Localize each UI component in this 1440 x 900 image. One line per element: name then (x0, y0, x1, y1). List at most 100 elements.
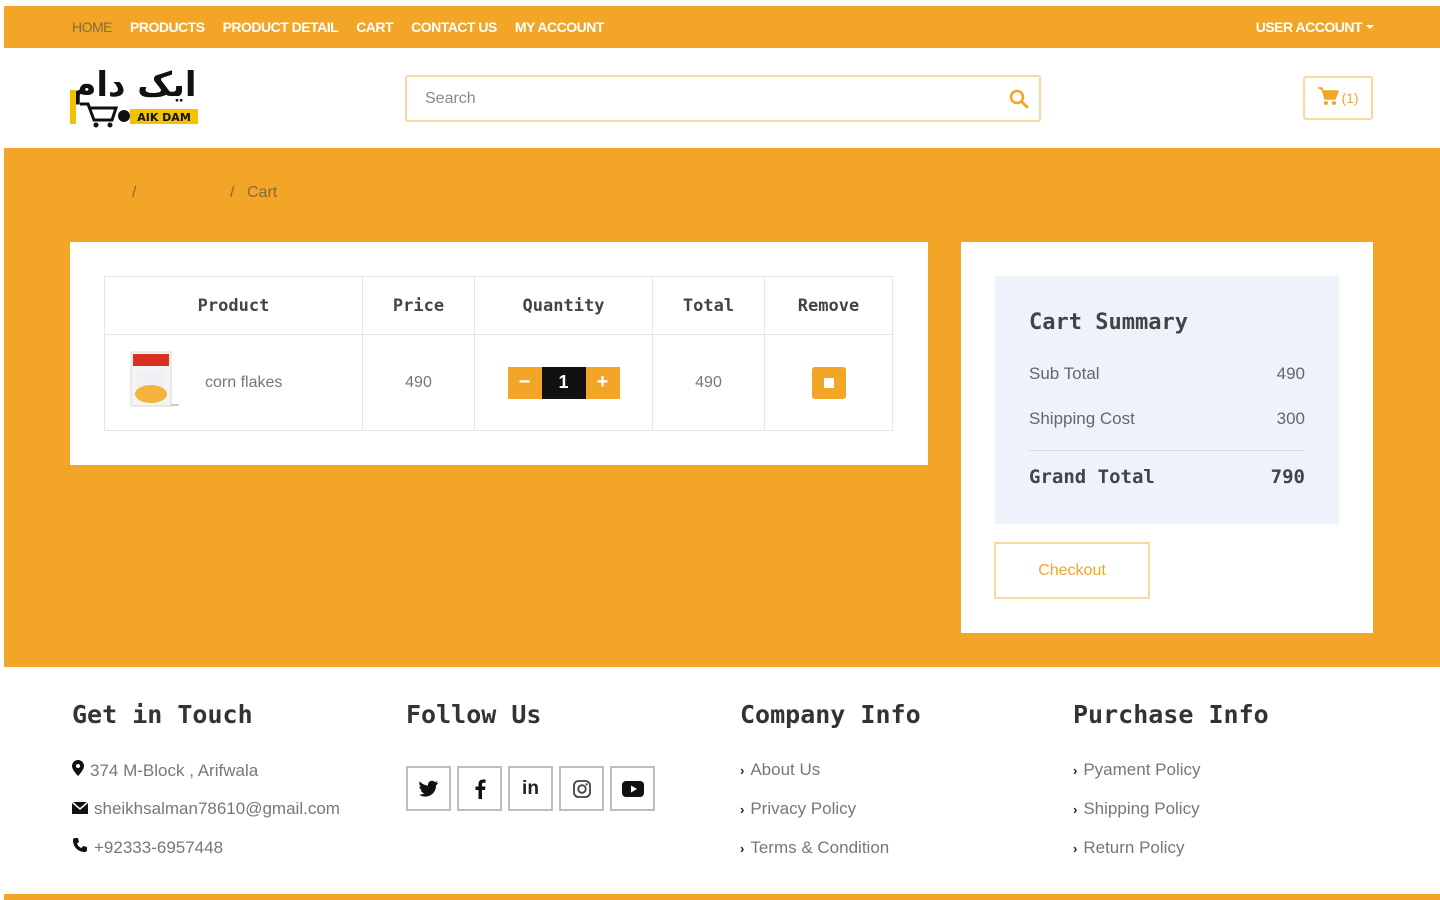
footer-address: 374 M-Block , Arifwala (72, 760, 258, 781)
youtube-button[interactable] (610, 766, 655, 811)
shipping-policy-link[interactable]: Shipping Policy (1083, 799, 1199, 819)
chevron-right-icon: › (740, 840, 745, 856)
footer-follow-title: Follow Us (406, 700, 542, 729)
user-account-label: USER ACCOUNT (1255, 19, 1363, 35)
top-nav-bar: HOME PRODUCTS PRODUCT DETAIL CART CONTAC… (4, 6, 1440, 48)
nav-products[interactable]: PRODUCTS (130, 19, 205, 35)
top-nav: HOME PRODUCTS PRODUCT DETAIL CART CONTAC… (72, 6, 604, 48)
footer-link-item: › Terms & Condition (740, 838, 889, 858)
remove-item-button[interactable] (811, 366, 846, 399)
quantity-cell: − 1 + (474, 334, 653, 431)
footer-follow: Follow Us in (406, 700, 655, 811)
product-name[interactable]: corn flakes (205, 374, 282, 392)
youtube-icon (621, 780, 644, 797)
chevron-right-icon: › (1073, 840, 1078, 856)
caret-down-icon (1366, 25, 1374, 29)
column-header-remove: Remove (764, 276, 893, 335)
facebook-button[interactable] (457, 766, 502, 811)
shipping-label: Shipping Cost (1029, 409, 1135, 428)
instagram-button[interactable] (559, 766, 604, 811)
total-cell: 490 (652, 334, 765, 431)
logo-latin: AIK DAM (137, 111, 191, 124)
nav-home[interactable]: HOME (72, 19, 113, 35)
footer-company-info: Company Info › About Us › Privacy Policy… (740, 700, 921, 857)
subtotal-value: 490 (1276, 364, 1305, 383)
cart-button[interactable]: (1) (1303, 76, 1373, 120)
table-header-row: Product Price Quantity Total Remove (104, 276, 893, 335)
linkedin-button[interactable]: in (508, 766, 553, 811)
social-links: in (406, 766, 655, 811)
nav-my-account[interactable]: MY ACCOUNT (515, 19, 605, 35)
twitter-button[interactable] (406, 766, 451, 811)
payment-policy-link[interactable]: Pyament Policy (1083, 760, 1200, 780)
footer-company-title: Company Info (740, 700, 921, 729)
site-logo[interactable]: ایک دام AIK DAM (68, 62, 200, 130)
chevron-right-icon: › (740, 801, 745, 817)
search-icon[interactable] (999, 77, 1039, 120)
terms-condition-link[interactable]: Terms & Condition (750, 838, 889, 858)
breadcrumb-separator: / (132, 184, 137, 201)
remove-cell (764, 334, 893, 431)
subtotal-label: Sub Total (1029, 364, 1100, 383)
footer-contact-title: Get in Touch (72, 700, 253, 729)
chevron-right-icon: › (1073, 801, 1078, 817)
checkout-button[interactable]: Checkout (994, 542, 1150, 599)
logo-urdu: ایک دام (71, 65, 196, 105)
trash-icon (823, 377, 834, 388)
footer-contact: Get in Touch 374 M-Block , Arifwala shei… (71, 700, 340, 857)
logo-image: ایک دام AIK DAM (70, 65, 198, 128)
cart-count: (1) (1341, 90, 1359, 106)
column-header-quantity: Quantity (474, 276, 653, 335)
nav-contact-us[interactable]: CONTACT US (411, 19, 497, 35)
column-header-price: Price (362, 276, 475, 335)
grand-total-row: Grand Total 790 (1029, 466, 1305, 488)
increase-quantity-button[interactable]: + (585, 366, 620, 399)
bottom-accent-line (4, 894, 1440, 900)
quantity-stepper: − 1 + (507, 366, 620, 399)
breadcrumb-separator: / (230, 184, 235, 201)
return-policy-link[interactable]: Return Policy (1083, 838, 1184, 858)
price-cell: 490 (362, 334, 475, 431)
chevron-right-icon: › (1073, 762, 1078, 778)
table-row: corn flakes 490 − 1 + 490 (104, 334, 893, 431)
chevron-right-icon: › (740, 762, 745, 778)
footer-link-item: › About Us (740, 760, 820, 780)
cart-table: Product Price Quantity Total Remove corn… (104, 276, 893, 431)
footer-email: sheikhsalman78610@gmail.com (71, 799, 340, 819)
footer-link-item: › Pyament Policy (1073, 760, 1201, 780)
map-marker-icon (72, 760, 84, 781)
twitter-icon (418, 780, 438, 797)
product-thumbnail[interactable] (127, 348, 181, 417)
facebook-icon (475, 779, 486, 799)
footer-purchase-info: Purchase Info › Pyament Policy › Shippin… (1073, 700, 1269, 857)
search-input[interactable] (407, 77, 999, 120)
footer-link-item: › Return Policy (1073, 838, 1184, 858)
footer-phone: +92333-6957448 (72, 837, 223, 858)
footer-email-link[interactable]: sheikhsalman78610@gmail.com (94, 799, 340, 819)
footer-purchase-title: Purchase Info (1073, 700, 1269, 729)
cart-section: / / Cart Product Price Quantity Total Re… (4, 148, 1440, 667)
shipping-row: Shipping Cost 300 (1029, 409, 1305, 429)
cart-summary-box: Cart Summary Sub Total 490 Shipping Cost… (995, 276, 1339, 524)
breadcrumb-current: Cart (247, 184, 278, 201)
grand-total-label: Grand Total (1029, 466, 1155, 488)
search-box (405, 75, 1041, 122)
footer-phone-link[interactable]: +92333-6957448 (94, 838, 223, 858)
cart-table-card: Product Price Quantity Total Remove corn… (70, 242, 928, 465)
column-header-total: Total (652, 276, 765, 335)
instagram-icon (572, 779, 591, 798)
decrease-quantity-button[interactable]: − (507, 366, 542, 399)
about-us-link[interactable]: About Us (750, 760, 820, 780)
nav-cart[interactable]: CART (356, 19, 393, 35)
cart-icon (1317, 86, 1340, 111)
product-cell: corn flakes (104, 334, 363, 431)
nav-product-detail[interactable]: PRODUCT DETAIL (223, 19, 339, 35)
summary-divider (1029, 450, 1305, 451)
shipping-value: 300 (1276, 409, 1305, 428)
user-account-dropdown[interactable]: USER ACCOUNT (1256, 6, 1374, 48)
privacy-policy-link[interactable]: Privacy Policy (750, 799, 856, 819)
footer-link-item: › Shipping Policy (1073, 799, 1200, 819)
linkedin-icon: in (522, 777, 539, 799)
quantity-value[interactable]: 1 (541, 366, 586, 399)
footer-address-text: 374 M-Block , Arifwala (90, 760, 259, 780)
